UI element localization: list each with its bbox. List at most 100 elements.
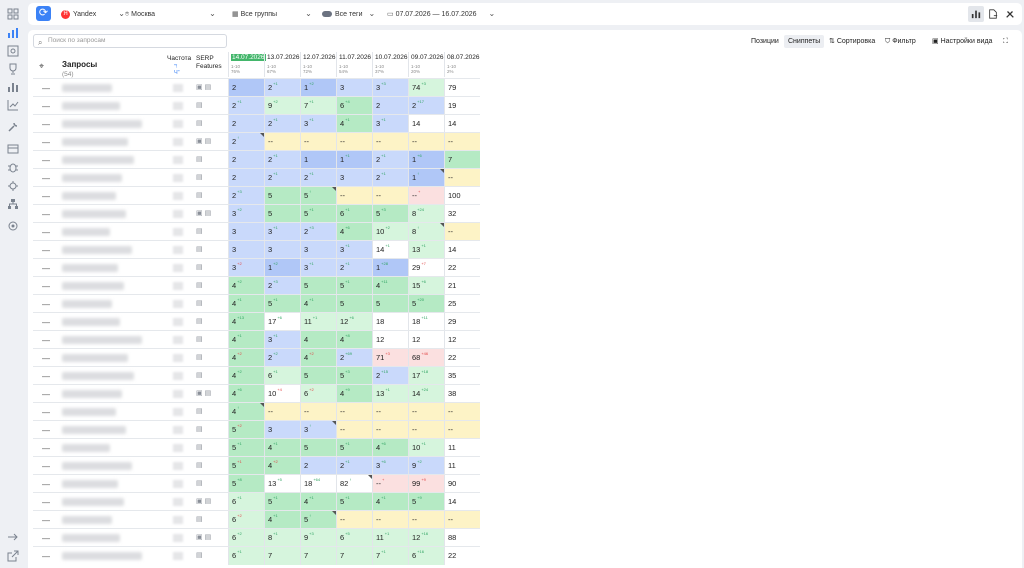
position-cell[interactable]: 12+16: [408, 529, 444, 547]
row-select-control[interactable]: —: [42, 228, 50, 237]
position-cell[interactable]: 15+6: [408, 277, 444, 295]
tools-icon[interactable]: [1002, 6, 1018, 22]
position-cell[interactable]: 3+1: [372, 115, 408, 133]
position-cell[interactable]: 1+1: [336, 151, 372, 169]
position-cell[interactable]: 10+2: [372, 223, 408, 241]
position-cell[interactable]: 3: [228, 223, 264, 241]
position-cell[interactable]: 6+4: [336, 97, 372, 115]
position-cell[interactable]: 100: [444, 187, 480, 205]
table-row[interactable]: — ▣▤ 2↑ -- -- -- -- -- --: [33, 132, 480, 151]
position-cell[interactable]: 17+18: [408, 367, 444, 385]
row-select-control[interactable]: —: [42, 156, 50, 165]
table-row[interactable]: — ▤ 2 2+1 2+1 3 2+1 1↑ --: [33, 168, 480, 187]
table-row[interactable]: — ▤ 6+2 4+1 5↑ -- -- -- --: [33, 510, 480, 529]
gear-icon[interactable]: [7, 180, 19, 192]
position-cell[interactable]: 12: [372, 331, 408, 349]
table-row[interactable]: — ▤ 3 3+1 2+3 4+6 10+2 8↑ --: [33, 222, 480, 241]
position-cell[interactable]: 3+2: [228, 205, 264, 223]
position-cell[interactable]: 7: [444, 151, 480, 169]
position-cell[interactable]: 7+1: [372, 547, 408, 565]
row-select-control[interactable]: —: [42, 444, 50, 453]
position-cell[interactable]: 8↑: [408, 223, 444, 241]
position-cell[interactable]: 3+1: [300, 115, 336, 133]
position-cell[interactable]: --: [264, 133, 300, 151]
position-cell[interactable]: 4+2: [300, 349, 336, 367]
position-cell[interactable]: 6+2: [228, 529, 264, 547]
settings-icon[interactable]: [7, 220, 19, 232]
export-file-icon[interactable]: [985, 6, 1001, 22]
date-column-header[interactable]: 11.07.2026 1-10 54%: [336, 52, 372, 77]
table-row[interactable]: — ▤ 5+1 4+2 2 2+1 3+6 9+2 11: [33, 456, 480, 475]
region-select[interactable]: ⌾ Москва ⌄: [125, 3, 216, 25]
position-cell[interactable]: 3+1: [336, 241, 372, 259]
position-cell[interactable]: 4+1: [372, 493, 408, 511]
position-cell[interactable]: 22: [444, 349, 480, 367]
position-cell[interactable]: 5: [300, 367, 336, 385]
position-cell[interactable]: 5: [372, 295, 408, 313]
position-cell[interactable]: 2+1: [336, 259, 372, 277]
position-cell[interactable]: 14: [444, 115, 480, 133]
row-select-control[interactable]: —: [42, 552, 50, 561]
position-cell[interactable]: 21: [444, 277, 480, 295]
position-cell[interactable]: --: [444, 511, 480, 529]
position-cell[interactable]: 2+3: [264, 277, 300, 295]
table-row[interactable]: — ▤ 5+2 3 3↑ -- -- -- --: [33, 420, 480, 439]
table-row[interactable]: — ▤ 3 3 3 3+1 14+1 13+1 14: [33, 240, 480, 259]
position-cell[interactable]: 18+11: [408, 313, 444, 331]
position-cell[interactable]: 12: [408, 331, 444, 349]
position-cell[interactable]: 3↑: [300, 421, 336, 439]
search-input[interactable]: ⌕ Поиск по запросам: [33, 34, 227, 48]
position-cell[interactable]: 5+1: [336, 439, 372, 457]
position-cell[interactable]: 13+1: [408, 241, 444, 259]
position-cell[interactable]: 5+1: [228, 457, 264, 475]
position-cell[interactable]: 4+1: [300, 493, 336, 511]
table-row[interactable]: — ▤ 5+8 13+5 18+64 82↑ --+ 99+9 90: [33, 474, 480, 493]
position-cell[interactable]: 6+1: [228, 547, 264, 565]
position-cell[interactable]: 2+15: [372, 367, 408, 385]
date-column-header[interactable]: 14.07.2026 1-10 76%: [228, 52, 266, 77]
filter-button[interactable]: ⛉ Фильтр: [885, 35, 916, 48]
position-cell[interactable]: 7: [336, 547, 372, 565]
position-cell[interactable]: 11+1: [300, 313, 336, 331]
position-cell[interactable]: 5+8: [228, 475, 264, 493]
position-cell[interactable]: 2+1: [300, 169, 336, 187]
position-cell[interactable]: --: [408, 133, 444, 151]
bug-icon[interactable]: [7, 161, 19, 173]
position-cell[interactable]: 4+11: [372, 277, 408, 295]
row-select-control[interactable]: —: [42, 246, 50, 255]
position-cell[interactable]: 4↑: [228, 403, 264, 421]
position-cell[interactable]: 4+6: [336, 223, 372, 241]
snippets-tab[interactable]: Сниппеты: [784, 35, 825, 48]
position-cell[interactable]: 18: [372, 313, 408, 331]
position-cell[interactable]: 6+1: [228, 493, 264, 511]
position-cell[interactable]: 25: [444, 295, 480, 313]
position-cell[interactable]: 5+9: [408, 493, 444, 511]
export-icon[interactable]: [7, 550, 19, 562]
position-cell[interactable]: 3: [264, 241, 300, 259]
position-cell[interactable]: 2+69: [336, 349, 372, 367]
position-cell[interactable]: 2+1: [228, 97, 264, 115]
position-cell[interactable]: 4+1: [264, 439, 300, 457]
position-cell[interactable]: 5+1: [336, 493, 372, 511]
position-cell[interactable]: 7+1: [300, 97, 336, 115]
chart-icon[interactable]: [7, 27, 19, 39]
row-select-control[interactable]: —: [42, 300, 50, 309]
position-cell[interactable]: 5+1: [300, 205, 336, 223]
position-cell[interactable]: 9+3: [300, 529, 336, 547]
row-select-control[interactable]: —: [42, 354, 50, 363]
view-settings-button[interactable]: ▣ Настройки вида: [932, 35, 992, 48]
arrow-right-icon[interactable]: [7, 531, 19, 543]
position-cell[interactable]: 4+6: [372, 439, 408, 457]
position-cell[interactable]: 5+1: [264, 493, 300, 511]
position-cell[interactable]: 3: [264, 421, 300, 439]
table-row[interactable]: — ▤ 4↑ -- -- -- -- -- --: [33, 402, 480, 421]
table-row[interactable]: — ▣▤ 4+6 10+4 6+2 4+9 13+1 14+24 38: [33, 384, 480, 403]
table-row[interactable]: — ▤ 4+1 3+1 4 4+8 12 12 12: [33, 330, 480, 349]
fullscreen-icon[interactable]: ⛶: [1003, 35, 1008, 48]
position-cell[interactable]: --: [336, 133, 372, 151]
position-cell[interactable]: 1+2: [300, 79, 336, 97]
position-cell[interactable]: --: [336, 421, 372, 439]
position-cell[interactable]: 2+1: [264, 79, 300, 97]
position-cell[interactable]: 2+1: [372, 151, 408, 169]
position-cell[interactable]: 4+1: [228, 295, 264, 313]
